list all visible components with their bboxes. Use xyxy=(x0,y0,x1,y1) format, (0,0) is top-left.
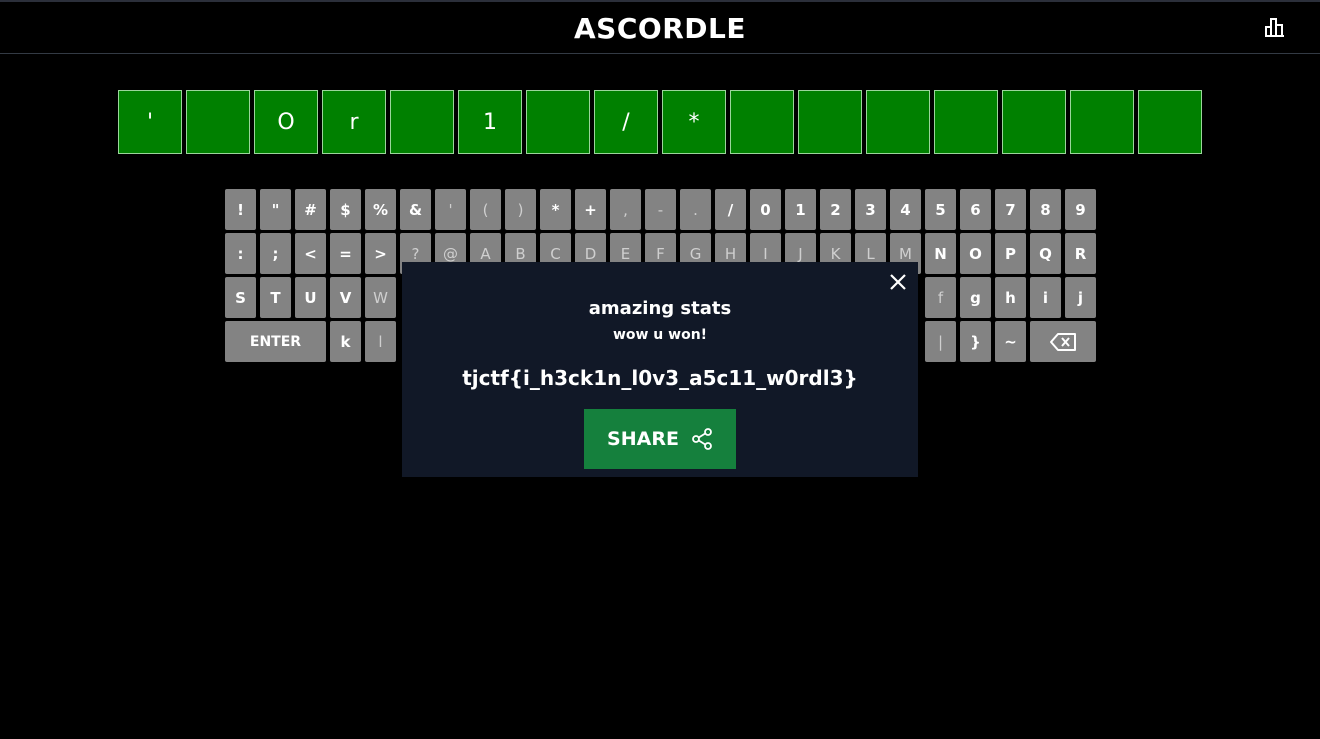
enter-key[interactable]: ENTER xyxy=(225,321,326,362)
keyboard-key[interactable]: k xyxy=(330,321,361,362)
keyboard-key[interactable]: / xyxy=(715,189,746,230)
keyboard-key[interactable]: h xyxy=(995,277,1026,318)
flag-text: tjctf{i_h3ck1n_l0v3_a5c11_w0rdl3} xyxy=(462,366,858,390)
modal-title: amazing stats xyxy=(588,298,732,319)
keyboard-key[interactable]: R xyxy=(1065,233,1096,274)
keyboard-key[interactable]: + xyxy=(575,189,606,230)
keyboard-key[interactable]: $ xyxy=(330,189,361,230)
keyboard-key[interactable]: O xyxy=(960,233,991,274)
keyboard-key[interactable]: 8 xyxy=(1030,189,1061,230)
keyboard-key[interactable]: i xyxy=(1030,277,1061,318)
keyboard-key[interactable]: 2 xyxy=(820,189,851,230)
share-icon xyxy=(692,428,712,450)
letter-tile xyxy=(390,90,454,154)
stats-modal: amazing stats wow u won! tjctf{i_h3ck1n_… xyxy=(402,262,918,477)
keyboard-key[interactable]: } xyxy=(960,321,991,362)
letter-tile xyxy=(1138,90,1202,154)
letter-tile xyxy=(1002,90,1066,154)
keyboard-key[interactable]: ~ xyxy=(995,321,1026,362)
keyboard-key[interactable]: P xyxy=(995,233,1026,274)
keyboard-key[interactable]: 0 xyxy=(750,189,781,230)
keyboard-key[interactable]: V xyxy=(330,277,361,318)
close-button[interactable] xyxy=(888,272,908,292)
share-label: SHARE xyxy=(607,428,679,450)
keyboard-key[interactable]: ! xyxy=(225,189,256,230)
keyboard-key[interactable]: = xyxy=(330,233,361,274)
letter-tile xyxy=(1070,90,1134,154)
keyboard-key[interactable]: 3 xyxy=(855,189,886,230)
keyboard-key[interactable]: , xyxy=(610,189,641,230)
keyboard-key[interactable]: - xyxy=(645,189,676,230)
keyboard-key[interactable]: | xyxy=(925,321,956,362)
keyboard-key[interactable]: S xyxy=(225,277,256,318)
bar-chart-icon xyxy=(1265,18,1284,37)
letter-tile: r xyxy=(322,90,386,154)
keyboard-key[interactable]: 6 xyxy=(960,189,991,230)
keyboard-key[interactable]: ; xyxy=(260,233,291,274)
letter-tile xyxy=(730,90,794,154)
keyboard-key[interactable]: Q xyxy=(1030,233,1061,274)
modal-subtitle: wow u won! xyxy=(612,327,708,343)
backspace-icon xyxy=(1050,332,1076,351)
backspace-key[interactable] xyxy=(1030,321,1096,362)
keyboard-key[interactable]: % xyxy=(365,189,396,230)
keyboard-key[interactable]: # xyxy=(295,189,326,230)
letter-tile xyxy=(866,90,930,154)
letter-tile: O xyxy=(254,90,318,154)
letter-tile xyxy=(934,90,998,154)
keyboard-key[interactable]: ' xyxy=(435,189,466,230)
letter-tile: 1 xyxy=(458,90,522,154)
keyboard-key[interactable]: . xyxy=(680,189,711,230)
keyboard-key[interactable]: l xyxy=(365,321,396,362)
keyboard-key[interactable]: 7 xyxy=(995,189,1026,230)
keyboard-key[interactable]: T xyxy=(260,277,291,318)
keyboard-key[interactable]: f xyxy=(925,277,956,318)
letter-tile: ' xyxy=(118,90,182,154)
keyboard-key[interactable]: 1 xyxy=(785,189,816,230)
keyboard-key[interactable]: ( xyxy=(470,189,501,230)
header: ASCORDLE xyxy=(0,2,1320,54)
keyboard-key[interactable]: " xyxy=(260,189,291,230)
keyboard-key[interactable]: < xyxy=(295,233,326,274)
letter-tile xyxy=(526,90,590,154)
keyboard-key[interactable]: N xyxy=(925,233,956,274)
letter-tile xyxy=(798,90,862,154)
close-icon xyxy=(890,274,906,290)
keyboard-key[interactable]: > xyxy=(365,233,396,274)
letter-tile: * xyxy=(662,90,726,154)
keyboard-key[interactable]: : xyxy=(225,233,256,274)
letter-tile xyxy=(186,90,250,154)
keyboard-key[interactable]: 5 xyxy=(925,189,956,230)
keyboard-key[interactable]: W xyxy=(365,277,396,318)
app-title: ASCORDLE xyxy=(574,12,746,45)
keyboard-key[interactable]: & xyxy=(400,189,431,230)
keyboard-key[interactable]: U xyxy=(295,277,326,318)
keyboard-key[interactable]: * xyxy=(540,189,571,230)
letter-tile: / xyxy=(594,90,658,154)
share-button[interactable]: SHARE xyxy=(584,409,736,469)
keyboard-key[interactable]: 4 xyxy=(890,189,921,230)
keyboard-key[interactable]: 9 xyxy=(1065,189,1096,230)
keyboard-key[interactable]: j xyxy=(1065,277,1096,318)
keyboard-key[interactable]: ) xyxy=(505,189,536,230)
keyboard-key[interactable]: g xyxy=(960,277,991,318)
stats-button[interactable] xyxy=(1264,16,1286,38)
